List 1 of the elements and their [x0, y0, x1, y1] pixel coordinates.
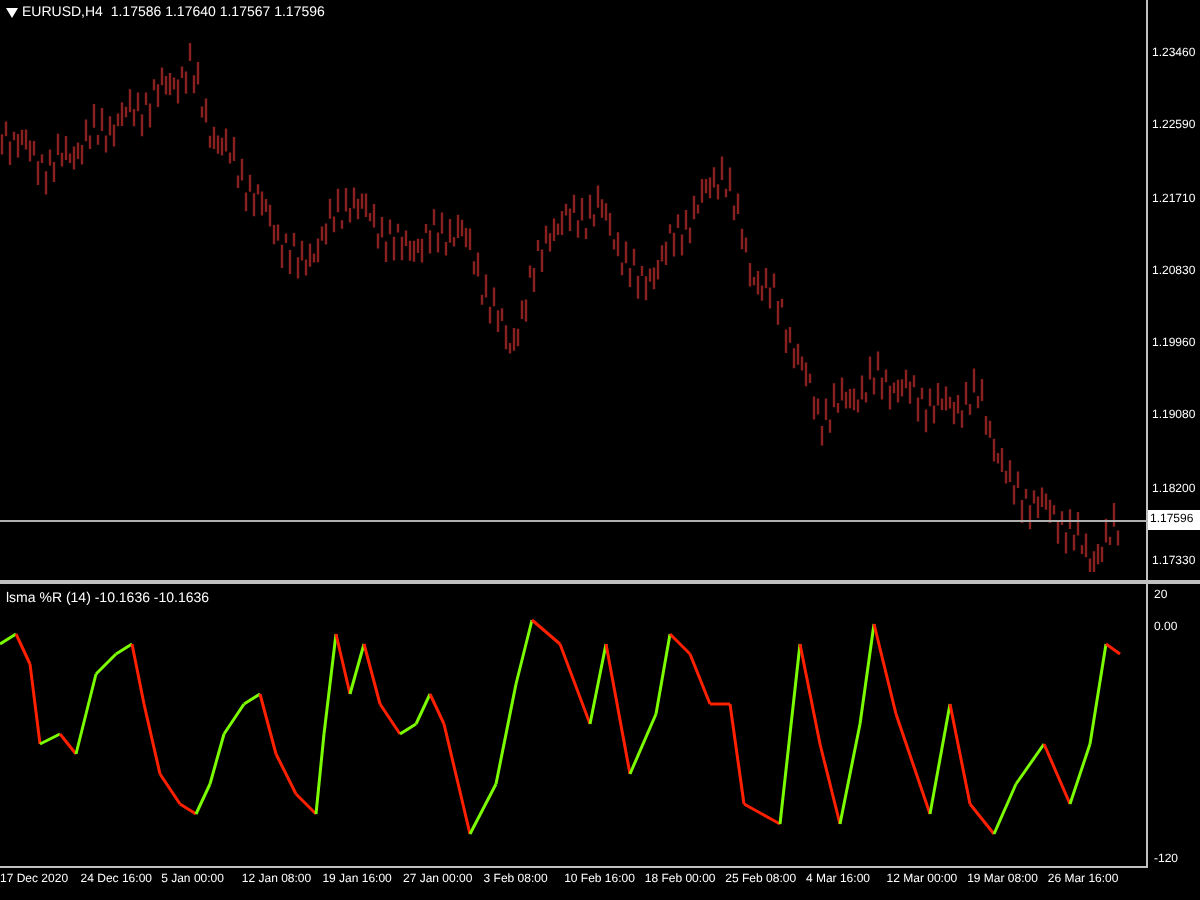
dropdown-triangle-icon[interactable]: [6, 8, 18, 18]
